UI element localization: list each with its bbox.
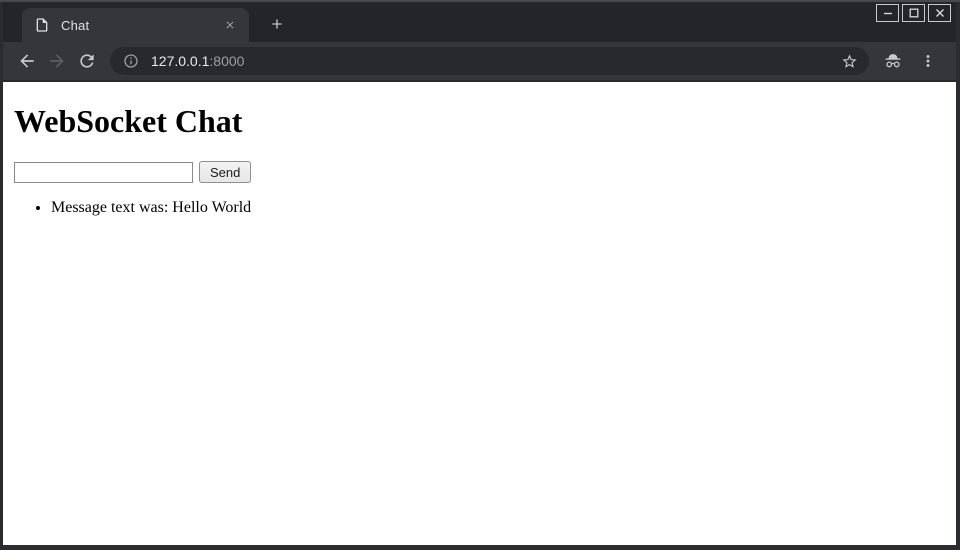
new-tab-button[interactable] bbox=[264, 11, 290, 37]
list-item: Message text was: Hello World bbox=[51, 199, 948, 217]
browser-toolbar: 127.0.0.1:8000 bbox=[3, 42, 956, 82]
arrow-left-icon bbox=[17, 51, 37, 71]
incognito-icon bbox=[878, 46, 908, 76]
page-title: WebSocket Chat bbox=[14, 103, 948, 140]
url-host: 127.0.0.1 bbox=[151, 53, 209, 69]
window-close-button[interactable] bbox=[928, 4, 951, 22]
window-minimize-button[interactable] bbox=[876, 4, 899, 22]
arrow-right-icon bbox=[47, 51, 67, 71]
tab-close-icon[interactable] bbox=[221, 16, 239, 34]
tab-title: Chat bbox=[61, 18, 221, 33]
reload-button[interactable] bbox=[72, 46, 102, 76]
maximize-icon bbox=[909, 8, 919, 18]
minimize-icon bbox=[883, 8, 893, 18]
back-button[interactable] bbox=[12, 46, 42, 76]
document-icon bbox=[34, 17, 50, 33]
reload-icon bbox=[77, 51, 97, 71]
message-list: Message text was: Hello World bbox=[11, 199, 948, 217]
browser-tab-chat[interactable]: Chat bbox=[22, 8, 249, 42]
browser-menu-button[interactable] bbox=[914, 47, 942, 75]
close-icon bbox=[935, 8, 945, 18]
window-controls bbox=[876, 4, 951, 22]
bookmark-star-icon[interactable] bbox=[837, 49, 861, 73]
send-button[interactable]: Send bbox=[199, 161, 251, 183]
url-text[interactable]: 127.0.0.1:8000 bbox=[151, 53, 244, 69]
url-port: :8000 bbox=[209, 53, 244, 69]
plus-icon bbox=[269, 16, 285, 32]
info-icon[interactable] bbox=[123, 53, 139, 69]
window-maximize-button[interactable] bbox=[902, 4, 925, 22]
message-input[interactable] bbox=[14, 162, 193, 183]
more-vert-icon bbox=[919, 52, 937, 70]
address-bar[interactable]: 127.0.0.1:8000 bbox=[110, 47, 869, 75]
browser-window: Chat bbox=[3, 2, 956, 545]
chat-form: Send bbox=[14, 161, 948, 183]
page-content: WebSocket Chat Send Message text was: He… bbox=[3, 82, 956, 545]
tab-strip: Chat bbox=[3, 2, 956, 42]
forward-button bbox=[42, 46, 72, 76]
